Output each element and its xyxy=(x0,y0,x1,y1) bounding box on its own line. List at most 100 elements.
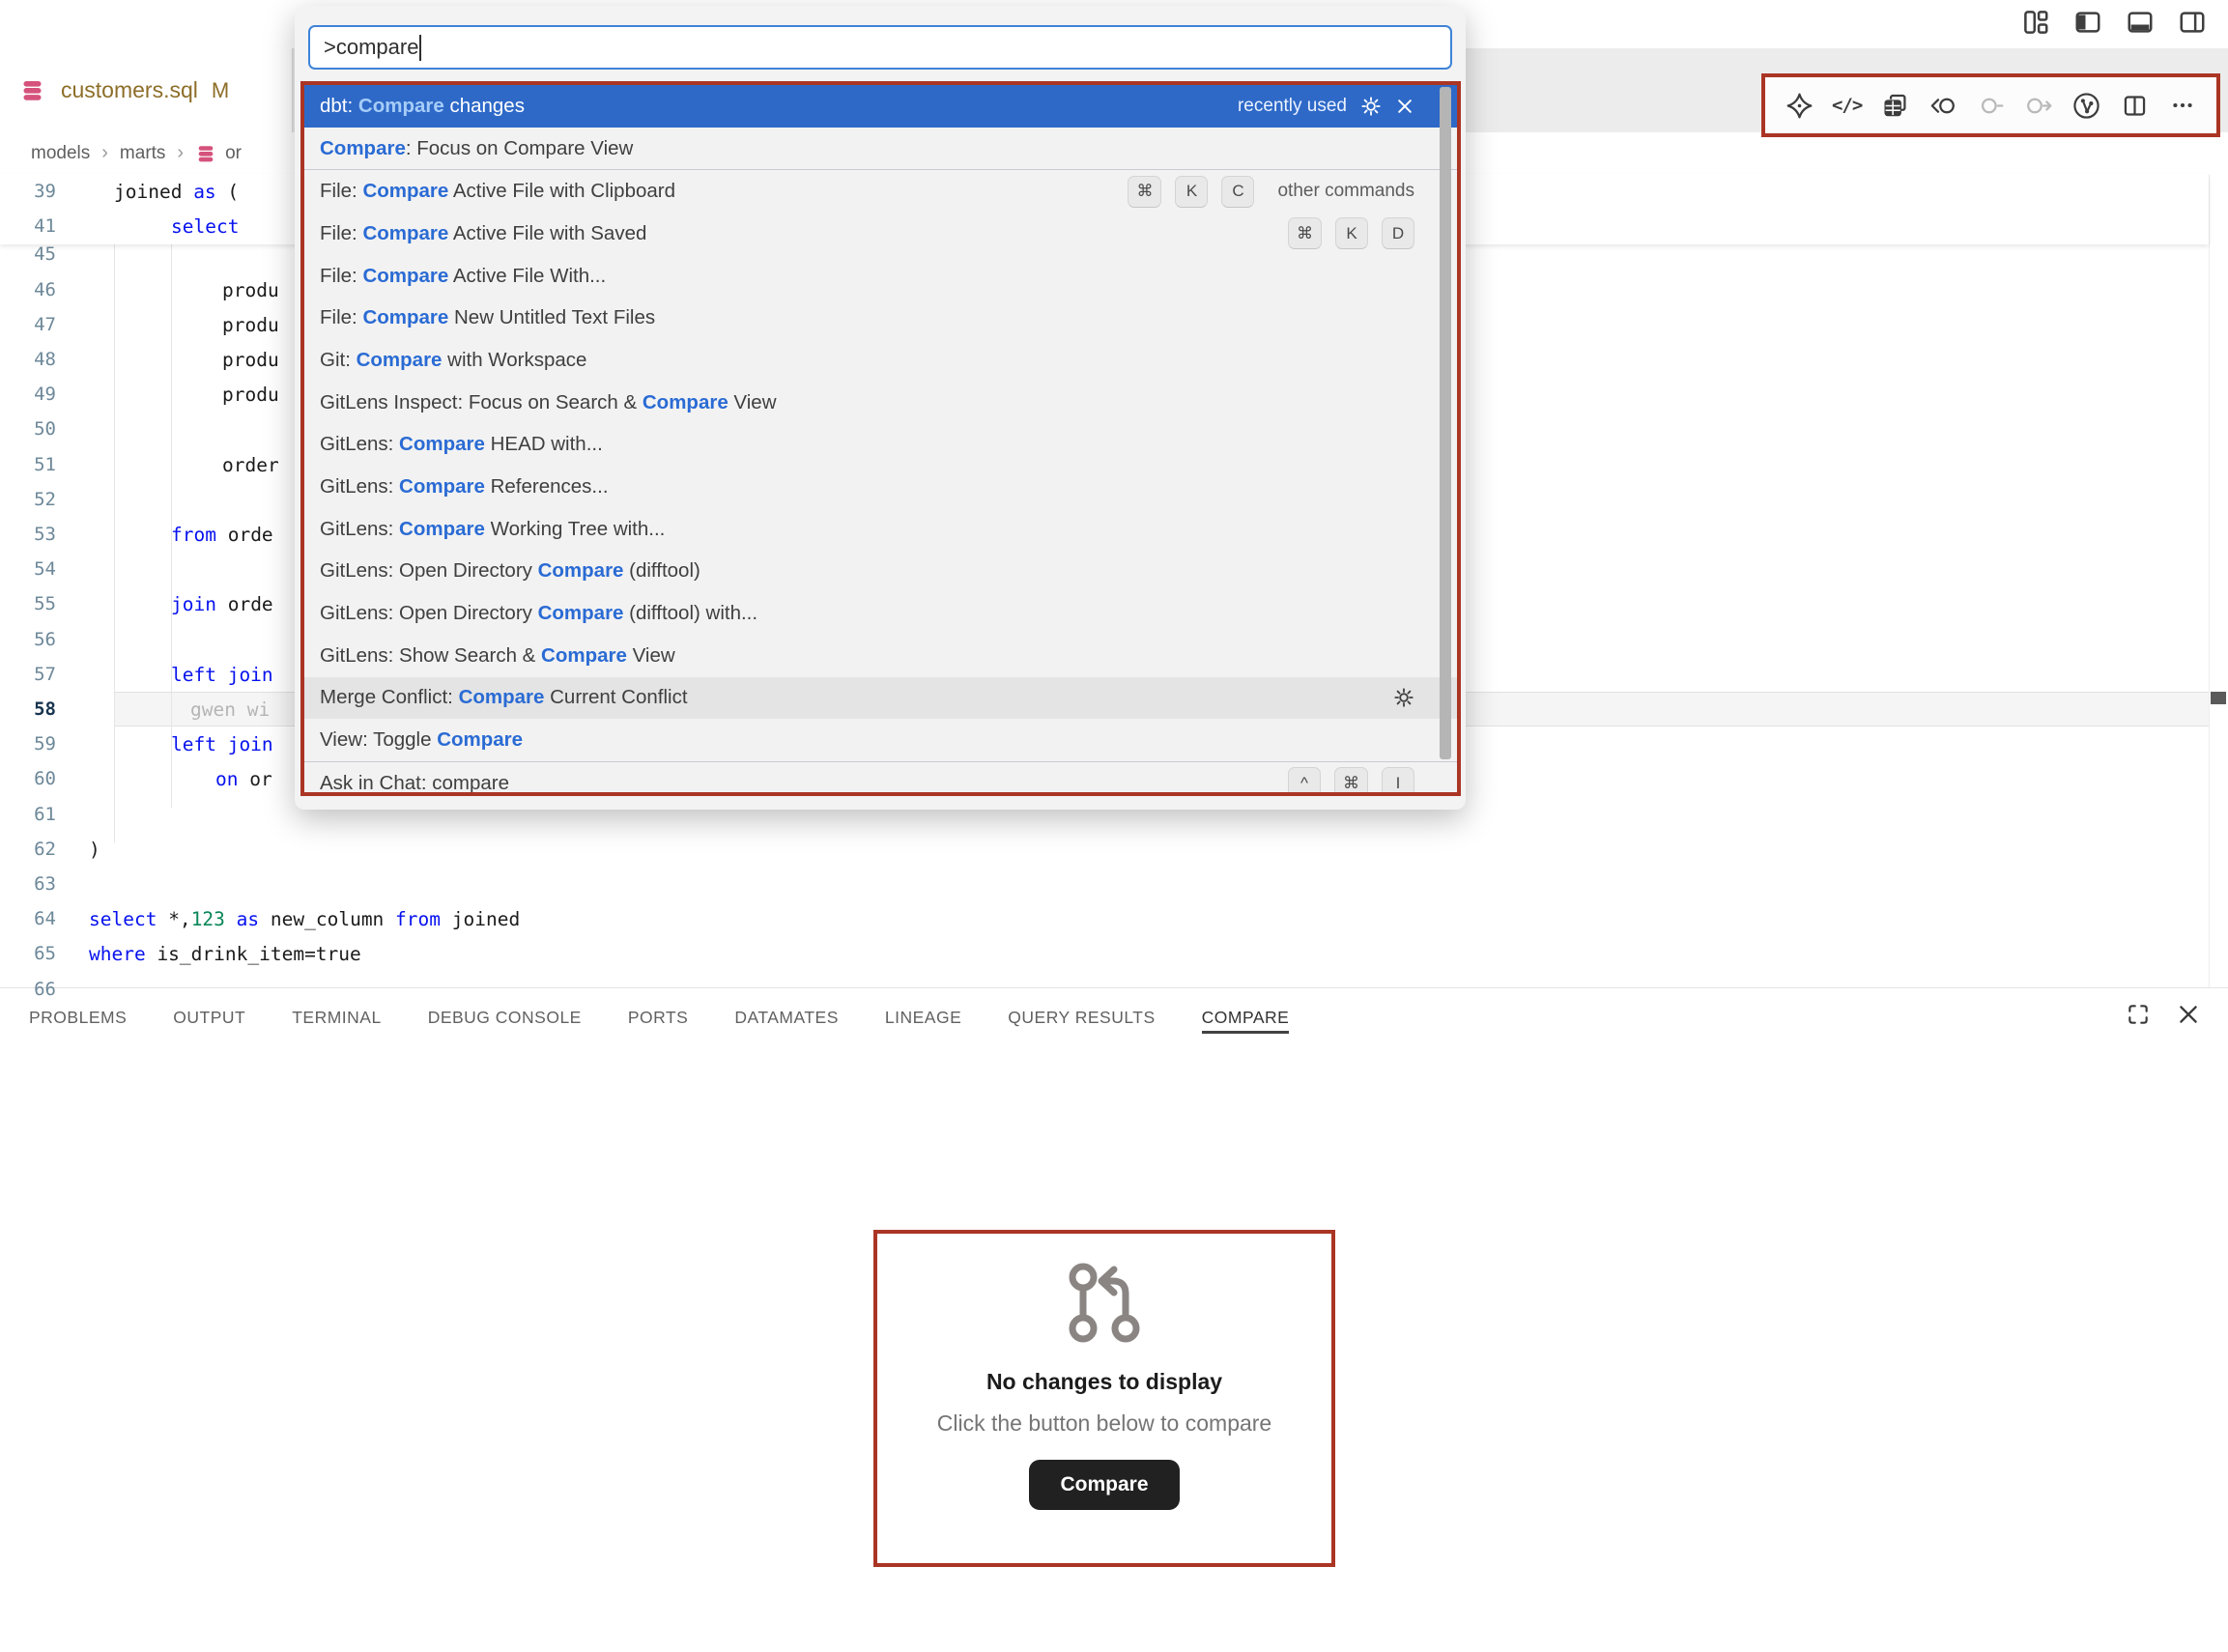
keybinding-key: ⌘ xyxy=(1128,176,1161,208)
command-item-label: GitLens: Compare HEAD with... xyxy=(320,433,603,456)
line-number: 46 xyxy=(0,272,56,308)
keybinding-key: D xyxy=(1382,217,1414,249)
command-item[interactable]: GitLens: Open Directory Compare (difftoo… xyxy=(304,551,1457,593)
code-text: from orde xyxy=(171,517,273,553)
code-text: produ xyxy=(222,307,279,343)
command-item[interactable]: GitLens: Compare HEAD with... xyxy=(304,424,1457,467)
more-actions-icon[interactable] xyxy=(2166,89,2199,122)
command-item[interactable]: Git: Compare with Workspace xyxy=(304,339,1457,382)
command-item-label: GitLens: Compare References... xyxy=(320,475,609,498)
command-item[interactable]: File: Compare Active File With... xyxy=(304,255,1457,298)
command-palette: >compare dbt: Compare changesrecently us… xyxy=(295,6,1466,810)
close-icon[interactable] xyxy=(1395,97,1414,116)
command-item-label: Git: Compare with Workspace xyxy=(320,349,586,372)
editor-right-edge xyxy=(2209,174,2210,987)
command-item[interactable]: View: Toggle Compare xyxy=(304,719,1457,761)
keybinding-key: ^ xyxy=(1288,767,1321,796)
breadcrumb-item-file[interactable]: or xyxy=(225,143,242,164)
line-number: 59 xyxy=(0,726,56,762)
lineage-right-icon[interactable] xyxy=(2022,89,2055,122)
database-icon xyxy=(19,77,45,103)
code-text: left join xyxy=(171,657,273,693)
code-text: produ xyxy=(222,272,279,308)
toggle-panel-icon[interactable] xyxy=(2126,8,2155,37)
lineage-node-icon[interactable] xyxy=(1975,89,2008,122)
compare-empty-title: No changes to display xyxy=(986,1369,1222,1395)
palette-scrollbar[interactable] xyxy=(1440,87,1451,759)
command-item[interactable]: Compare: Focus on Compare View xyxy=(304,128,1457,170)
keybinding-key: I xyxy=(1382,767,1414,796)
toggle-sidebar-left-icon[interactable] xyxy=(2073,8,2102,37)
code-text: produ xyxy=(222,342,279,378)
lineage-left-icon[interactable] xyxy=(1927,89,1959,122)
command-item-label: File: Compare Active File With... xyxy=(320,265,606,288)
dbt-icon[interactable] xyxy=(1783,89,1815,122)
tab-customers-sql[interactable]: customers.sql M xyxy=(0,48,293,132)
line-number: 52 xyxy=(0,482,56,518)
line-number: 58 xyxy=(0,692,56,727)
command-item[interactable]: GitLens Inspect: Focus on Search & Compa… xyxy=(304,382,1457,424)
line-number: 61 xyxy=(0,797,56,833)
command-item-label: GitLens: Open Directory Compare (difftoo… xyxy=(320,559,700,583)
command-item-right xyxy=(1393,687,1414,708)
line-number: 51 xyxy=(0,447,56,483)
command-item[interactable]: GitLens: Compare Working Tree with... xyxy=(304,508,1457,551)
bottom-panel: PROBLEMSOUTPUTTERMINALDEBUG CONSOLEPORTS… xyxy=(0,987,2228,1652)
command-item-label: File: Compare Active File with Saved xyxy=(320,222,646,245)
text-caret xyxy=(419,35,421,61)
code-text: select *,123 as new_column from joined xyxy=(89,901,520,937)
command-item[interactable]: File: Compare Active File with Clipboard… xyxy=(304,170,1457,213)
git-modified-badge: M xyxy=(212,78,229,103)
code-text: joined as ( xyxy=(114,174,239,210)
line-number: 62 xyxy=(0,832,56,868)
window-layout-controls xyxy=(2021,8,2207,37)
toggle-sidebar-right-icon[interactable] xyxy=(2178,8,2207,37)
command-item[interactable]: Ask in Chat: compare^⌘I xyxy=(304,762,1457,796)
overview-ruler-mark xyxy=(2211,692,2226,704)
layout-grid-icon[interactable] xyxy=(2021,8,2050,37)
command-item[interactable]: GitLens: Show Search & Compare View xyxy=(304,635,1457,677)
compare-button[interactable]: Compare xyxy=(1029,1460,1179,1510)
command-item-right: ^ ⌘ I xyxy=(1288,767,1414,796)
command-item[interactable]: File: Compare New Untitled Text Files xyxy=(304,297,1457,339)
line-number: 49 xyxy=(0,377,56,413)
command-item-label: View: Toggle Compare xyxy=(320,728,523,752)
breadcrumb-item-models[interactable]: models xyxy=(31,143,90,164)
command-item[interactable]: File: Compare Active File with Saved ⌘KD xyxy=(304,213,1457,255)
line-number: 53 xyxy=(0,517,56,553)
command-item[interactable]: dbt: Compare changesrecently used xyxy=(304,85,1457,128)
command-item[interactable]: GitLens: Open Directory Compare (difftoo… xyxy=(304,592,1457,635)
line-number: 65 xyxy=(0,936,56,972)
build-model-icon[interactable] xyxy=(2071,89,2103,122)
query-preview-icon[interactable] xyxy=(1878,89,1911,122)
keybinding-key: ⌘ xyxy=(1288,217,1322,249)
code-text: left join xyxy=(171,726,273,762)
command-item[interactable]: GitLens: Compare References... xyxy=(304,466,1457,508)
code-line: 64 select *,123 as new_column from joined xyxy=(0,901,2209,937)
breadcrumb-separator: › xyxy=(177,142,184,164)
compiled-code-icon[interactable]: </> xyxy=(1831,89,1864,122)
line-number: 64 xyxy=(0,901,56,937)
command-item-label: File: Compare Active File with Clipboard xyxy=(320,180,675,203)
code-line: 62) xyxy=(0,832,2209,868)
breadcrumb-item-marts[interactable]: marts xyxy=(120,143,166,164)
editor-actions-toolbar-annotated: </> xyxy=(1761,73,2220,137)
line-number: 41 xyxy=(0,209,56,244)
gear-icon[interactable] xyxy=(1393,687,1414,708)
command-results-annotated: dbt: Compare changesrecently usedCompare… xyxy=(300,81,1461,796)
command-item-right: ⌘KD xyxy=(1288,217,1414,249)
keybinding-key: ⌘ xyxy=(1334,767,1368,796)
command-item-right: ⌘KCother commands xyxy=(1128,176,1414,208)
command-item-label: dbt: Compare changes xyxy=(320,95,525,118)
line-number: 60 xyxy=(0,761,56,797)
line-number: 54 xyxy=(0,552,56,587)
command-item[interactable]: Merge Conflict: Compare Current Conflict xyxy=(304,677,1457,720)
gear-icon[interactable] xyxy=(1360,96,1382,117)
git-compare-icon xyxy=(1056,1257,1153,1353)
split-editor-icon[interactable] xyxy=(2118,89,2151,122)
command-item-label: File: Compare New Untitled Text Files xyxy=(320,306,655,329)
command-item-label: GitLens: Open Directory Compare (difftoo… xyxy=(320,602,757,625)
code-text: join orde xyxy=(171,586,273,622)
keybinding-key: K xyxy=(1175,176,1208,208)
command-input[interactable]: >compare xyxy=(308,25,1452,70)
